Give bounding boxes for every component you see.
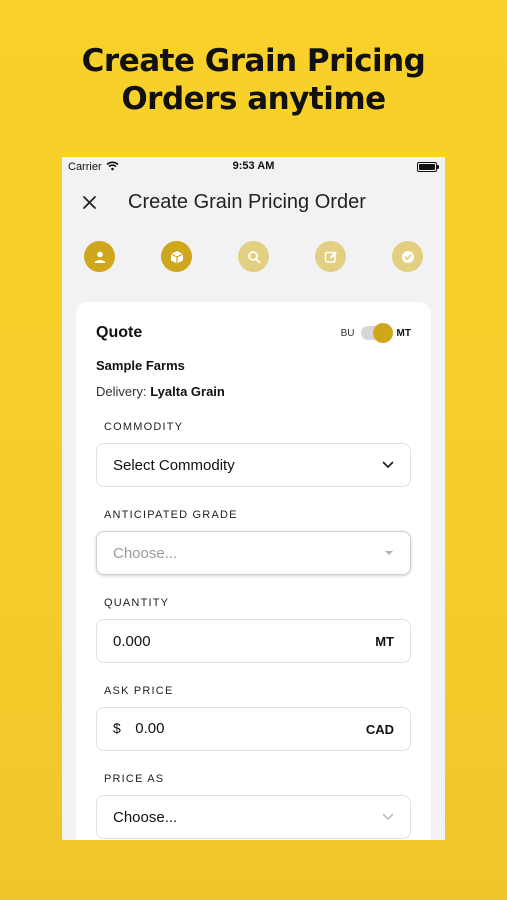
user-icon [94,251,105,263]
ask-price-value: 0.00 [135,720,165,737]
step-commodity[interactable] [161,241,192,272]
price-as-label: PRICE AS [104,773,165,785]
commodity-value: Select Commodity [113,456,235,474]
unit-mt-label: MT [396,327,411,339]
battery-icon [417,162,439,172]
chevron-down-icon [382,813,394,820]
currency-code: CAD [365,721,394,737]
quote-title: Quote [96,324,143,341]
switch-knob [372,323,393,343]
delivery-value: Lyalta Grain [150,384,225,399]
unit-bu-label: BU [340,327,355,339]
quote-card: Quote BU MT Sample Farms Delivery: Lyalt… [76,302,431,840]
unit-switch[interactable] [360,323,393,343]
farm-name: Sample Farms [96,358,185,373]
progress-steps [62,241,445,272]
check-circle-icon [401,250,414,263]
currency-symbol: $ [113,720,121,736]
grade-select[interactable]: Choose... [96,531,411,575]
commodity-label: COMMODITY [104,421,184,433]
close-icon [82,195,96,209]
phone-screen: Carrier 9:53 AM Create Grain Pricing Ord… [62,157,445,840]
quantity-value: 0.000 [113,632,151,650]
price-as-select[interactable]: Choose... [96,795,411,839]
step-user[interactable] [84,241,115,272]
ask-price-label: ASK PRICE [104,685,174,697]
quantity-label: QUANTITY [104,597,170,609]
headline: Create Grain Pricing Orders anytime [0,42,507,118]
step-confirm[interactable] [392,241,423,272]
nav-bar: Create Grain Pricing Order [62,177,445,227]
status-bar: Carrier 9:53 AM [62,157,445,177]
status-time: 9:53 AM [232,160,275,172]
page-title: Create Grain Pricing Order [128,191,366,213]
commodity-select[interactable]: Select Commodity [96,443,411,487]
step-edit[interactable] [315,241,346,272]
grade-label: ANTICIPATED GRADE [104,509,238,521]
caret-down-icon [385,551,393,555]
delivery-label: Delivery: [96,384,147,399]
ask-price-input[interactable]: $ 0.00 CAD [96,707,411,751]
close-button[interactable] [78,191,100,213]
quantity-input[interactable]: 0.000 MT [96,619,411,663]
price-as-value: Choose... [113,808,178,826]
grade-placeholder: Choose... [113,544,178,562]
step-search[interactable] [238,241,269,272]
headline-line-1: Create Grain Pricing [81,43,426,79]
headline-line-2: Orders anytime [121,81,386,117]
box-icon [170,250,183,263]
edit-icon [324,251,337,263]
search-icon [247,250,260,263]
unit-toggle: BU MT [340,323,411,343]
chevron-down-icon [382,461,394,468]
quantity-unit: MT [375,633,394,649]
delivery-info: Delivery: Lyalta Grain [96,384,411,399]
